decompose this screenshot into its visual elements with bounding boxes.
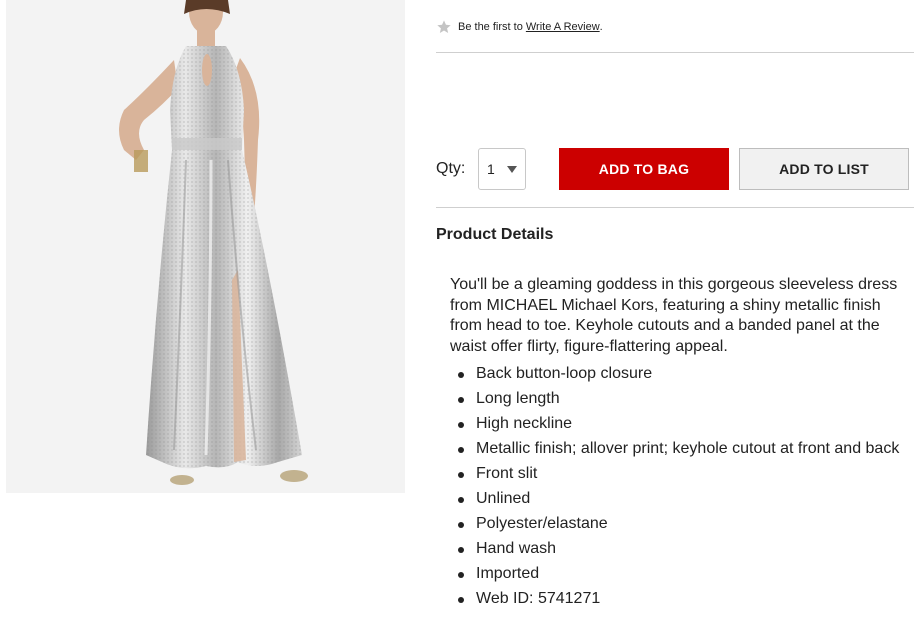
product-photo-illustration <box>6 0 405 493</box>
list-item: Imported <box>458 564 900 585</box>
product-details-list: Back button-loop closure Long length Hig… <box>450 364 900 610</box>
list-item: Long length <box>458 389 900 410</box>
product-details-body: You'll be a gleaming goddess in this gor… <box>450 275 900 614</box>
qty-value: 1 <box>487 161 495 177</box>
review-suffix: . <box>599 21 603 33</box>
list-item: Back button-loop closure <box>458 364 900 385</box>
qty-select[interactable]: 1 <box>478 148 526 190</box>
product-details-title: Product Details <box>436 226 554 243</box>
divider <box>436 52 914 53</box>
product-image[interactable] <box>6 0 405 493</box>
list-item: High neckline <box>458 414 900 435</box>
add-to-bag-button[interactable]: ADD TO BAG <box>559 148 729 190</box>
list-item: Web ID: 5741271 <box>458 589 900 610</box>
list-item: Metallic finish; allover print; keyhole … <box>458 439 900 460</box>
write-review-link[interactable]: Write A Review <box>526 21 600 33</box>
review-prefix: Be the first to <box>458 21 523 33</box>
list-item: Unlined <box>458 489 900 510</box>
product-description: You'll be a gleaming goddess in this gor… <box>450 276 898 355</box>
list-item: Hand wash <box>458 539 900 560</box>
qty-label: Qty: <box>436 160 466 177</box>
divider <box>436 207 914 208</box>
review-row: Be the first to Write A Review. <box>436 16 603 38</box>
add-to-list-button[interactable]: ADD TO LIST <box>739 148 909 190</box>
list-item: Polyester/elastane <box>458 514 900 535</box>
star-icon <box>437 20 451 33</box>
chevron-down-icon <box>507 165 517 173</box>
list-item: Front slit <box>458 464 900 485</box>
